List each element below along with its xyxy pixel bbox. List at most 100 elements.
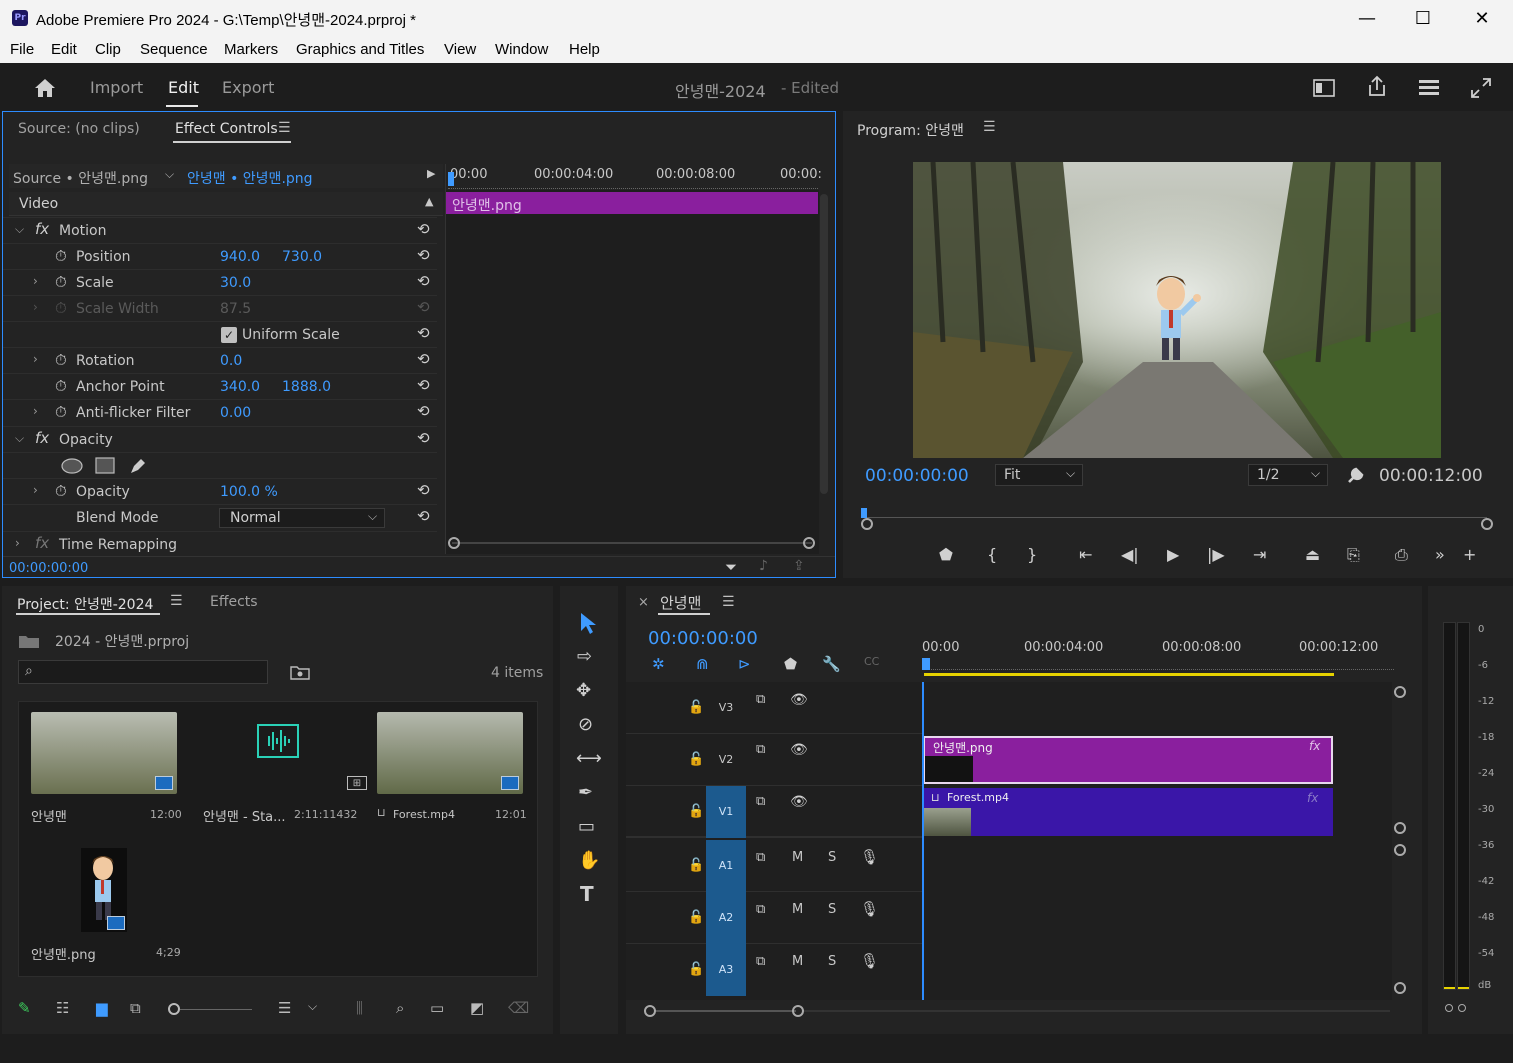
add-button-icon[interactable]: + xyxy=(1463,545,1476,564)
go-to-out-icon[interactable]: ⇥ xyxy=(1253,545,1266,564)
play-arrow-icon[interactable]: ▶ xyxy=(427,167,435,180)
mute-button[interactable]: M xyxy=(792,902,803,917)
lock-icon[interactable]: 🔓 xyxy=(688,752,704,767)
ellipse-mask-icon[interactable] xyxy=(60,457,84,474)
scrub-handle-right[interactable] xyxy=(1481,518,1493,530)
track-name[interactable]: V1 xyxy=(706,786,746,838)
chevron-right-icon[interactable]: › xyxy=(33,274,38,288)
track-name[interactable]: V2 xyxy=(706,734,746,786)
timeline-settings-icon[interactable]: 🔧 xyxy=(822,655,841,673)
sync-lock-icon[interactable]: ⧉ xyxy=(756,902,765,917)
scroll-handle-right[interactable] xyxy=(792,1005,804,1017)
scroll-handle-left[interactable] xyxy=(448,537,460,549)
panel-menu-icon[interactable]: ☰ xyxy=(170,593,183,609)
mark-out-icon[interactable]: } xyxy=(1027,545,1037,564)
solo-left-button[interactable] xyxy=(1445,1004,1453,1012)
fullscreen-icon[interactable] xyxy=(1470,77,1492,99)
reset-icon[interactable]: ⟲ xyxy=(417,376,430,394)
timeline-ruler[interactable]: 00:00 00:00:04:00 00:00:08:00 00:00:12:0… xyxy=(922,636,1394,680)
program-timecode[interactable]: 00:00:00:00 xyxy=(865,466,969,486)
effects-tab[interactable]: Effects xyxy=(210,594,258,610)
lock-icon[interactable]: 🔓 xyxy=(688,700,704,715)
reset-icon[interactable]: ⟲ xyxy=(417,507,430,525)
export-frame-icon[interactable]: ⇪ xyxy=(793,558,805,574)
new-search-bin-icon[interactable] xyxy=(290,664,310,680)
lift-icon[interactable]: ⏏ xyxy=(1305,545,1320,564)
step-back-icon[interactable]: ◀| xyxy=(1121,545,1139,564)
lock-icon[interactable]: 🔓 xyxy=(688,858,704,873)
effect-timeline-ruler[interactable]: 00:00 00:00:04:00 00:00:08:00 00:00: xyxy=(446,164,822,190)
scroll-handle-right[interactable] xyxy=(803,537,815,549)
uniform-scale-checkbox[interactable]: ✓ xyxy=(221,327,237,343)
timeline-playhead-marker[interactable] xyxy=(922,658,930,670)
opacity-value[interactable]: 100.0 % xyxy=(220,484,278,500)
mute-button[interactable]: M xyxy=(792,850,803,865)
zoom-slider[interactable] xyxy=(180,1009,252,1010)
menu-clip[interactable]: Clip xyxy=(95,41,121,58)
fx-icon[interactable]: fx xyxy=(35,429,49,447)
freeform-view-icon[interactable]: ⧉ xyxy=(130,999,141,1017)
stopwatch-icon[interactable]: ⏱ xyxy=(55,403,67,421)
clip-v1[interactable]: ⊔ Forest.mp4 fx xyxy=(923,788,1333,836)
selection-tool-icon[interactable] xyxy=(577,611,599,635)
chevron-down-icon[interactable]: ⌵ xyxy=(308,999,317,1014)
microphone-icon[interactable]: 🎙 xyxy=(860,900,879,918)
more-controls-icon[interactable]: » xyxy=(1435,545,1445,564)
playhead-marker[interactable] xyxy=(448,172,454,186)
project-search-input[interactable]: ⌕ xyxy=(18,660,268,684)
reset-icon[interactable]: ⟲ xyxy=(417,246,430,264)
panel-menu-icon[interactable]: ☰ xyxy=(722,594,735,610)
menu-window[interactable]: Window xyxy=(495,41,548,58)
reset-icon[interactable]: ⟲ xyxy=(417,481,430,499)
rectangle-tool-icon[interactable]: ▭ xyxy=(578,816,595,837)
pencil-icon[interactable]: ✎ xyxy=(18,999,31,1017)
sync-lock-icon[interactable]: ⧉ xyxy=(756,850,765,865)
track-name[interactable]: V3 xyxy=(706,682,746,734)
work-area-bar[interactable] xyxy=(924,673,1334,676)
filter-icon[interactable]: ⏷ xyxy=(725,558,737,576)
timeline-timecode[interactable]: 00:00:00:00 xyxy=(648,628,758,649)
microphone-icon[interactable]: 🎙 xyxy=(860,848,879,866)
clip-v2[interactable]: 안녕맨.png fx xyxy=(923,736,1333,784)
share-icon[interactable] xyxy=(1366,75,1388,97)
menu-help[interactable]: Help xyxy=(569,41,600,58)
reset-icon[interactable]: ⟲ xyxy=(417,429,430,447)
icon-view-icon[interactable]: ▆ xyxy=(96,999,108,1017)
automate-icon[interactable]: ⫼ xyxy=(356,999,363,1017)
program-scrub-bar[interactable] xyxy=(861,503,1493,530)
collapse-icon[interactable]: ▲ xyxy=(425,195,433,208)
eye-icon[interactable]: 👁 xyxy=(790,794,808,810)
menu-edit[interactable]: Edit xyxy=(51,41,77,58)
close-tab-icon[interactable]: × xyxy=(638,595,649,610)
chevron-down-icon[interactable]: ⌵ xyxy=(15,431,24,446)
export-frame-icon[interactable]: ⎙ xyxy=(1395,545,1408,565)
razor-tool-icon[interactable]: ⊘ xyxy=(578,714,593,735)
stopwatch-icon[interactable]: ⏱ xyxy=(55,351,67,369)
sync-lock-icon[interactable]: ⧉ xyxy=(756,742,765,757)
mark-in-icon[interactable]: { xyxy=(987,545,997,564)
lock-icon[interactable]: 🔓 xyxy=(688,910,704,925)
track-select-tool-icon[interactable]: ⇨ xyxy=(577,646,592,667)
lock-icon[interactable]: 🔓 xyxy=(688,962,704,977)
fx-icon[interactable]: fx xyxy=(35,534,49,552)
clip-selector[interactable]: 안녕맨 • 안녕맨.png xyxy=(187,168,313,188)
program-title[interactable]: Program: 안녕맨 xyxy=(857,120,964,140)
scroll-handle-left[interactable] xyxy=(644,1005,656,1017)
reset-icon[interactable]: ⟲ xyxy=(417,272,430,290)
source-tab[interactable]: Source: (no clips) xyxy=(18,121,140,137)
snap-magnet-icon[interactable]: ⋒ xyxy=(696,655,709,673)
step-forward-icon[interactable]: |▶ xyxy=(1207,545,1225,564)
resolution-select[interactable]: 1/2 ⌵ xyxy=(1248,464,1328,486)
new-item-icon[interactable]: ◩ xyxy=(470,999,484,1017)
scale-value[interactable]: 30.0 xyxy=(220,275,251,291)
thumbnail-forest[interactable] xyxy=(377,712,523,794)
anchor-x-value[interactable]: 340.0 xyxy=(220,379,260,395)
effect-controls-timecode[interactable]: 00:00:00:00 xyxy=(9,561,88,576)
home-icon[interactable] xyxy=(33,77,57,99)
stopwatch-icon[interactable]: ⏱ xyxy=(55,377,67,395)
chevron-right-icon[interactable]: › xyxy=(33,352,38,366)
chevron-right-icon[interactable]: › xyxy=(33,404,38,418)
effect-clip-bar[interactable]: 안녕맨.png xyxy=(446,192,818,214)
mute-button[interactable]: M xyxy=(792,954,803,969)
chevron-down-icon[interactable]: ⌵ xyxy=(15,222,24,237)
